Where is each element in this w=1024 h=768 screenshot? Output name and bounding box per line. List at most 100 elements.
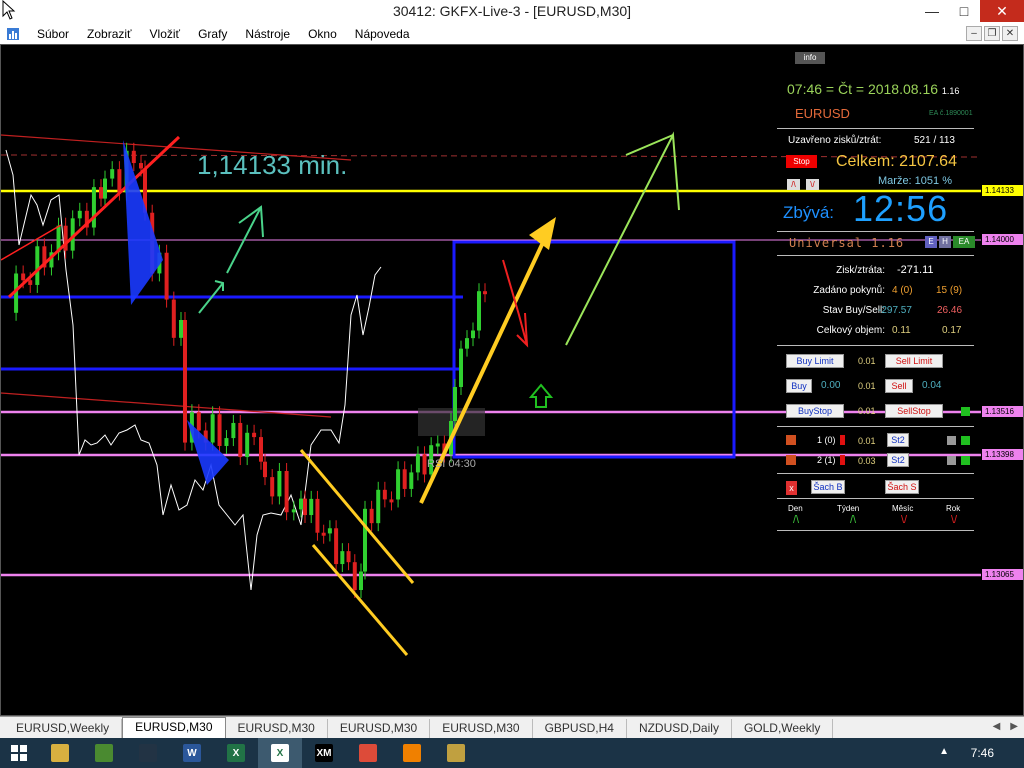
minimize-button[interactable]: — (916, 0, 948, 22)
row2-close-icon[interactable] (786, 455, 796, 465)
maximize-button[interactable]: □ (948, 0, 980, 22)
taskbar-vlc[interactable] (390, 738, 434, 768)
close-button[interactable]: ✕ (980, 0, 1024, 22)
taskbar-app-image[interactable] (434, 738, 478, 768)
price-tag-1: 1.14133 (982, 185, 1023, 196)
menu-window[interactable]: Okno (299, 27, 346, 41)
row1-st2-button[interactable]: St2 (887, 433, 909, 447)
tab-eurusd-m30[interactable]: EURUSD,M30 (226, 719, 328, 738)
candle-body (363, 508, 367, 572)
buy-lot[interactable]: 0.01 (858, 381, 876, 391)
close-all-button[interactable]: x (786, 481, 797, 495)
closed-value: 521 / 113 (914, 135, 955, 146)
candle-body (369, 508, 374, 524)
tab-scroll-right-icon[interactable]: ▶ (1010, 721, 1018, 732)
candle-body (196, 412, 201, 431)
green-square-icon[interactable] (961, 407, 970, 416)
tray-expand-icon[interactable]: ▲ (939, 746, 949, 757)
candle-body (396, 469, 401, 500)
windows-icon (11, 745, 27, 761)
menu-bar: Súbor Zobraziť Vložiť Grafy Nástroje Okn… (0, 24, 1024, 44)
tag-h[interactable]: H (939, 236, 951, 248)
countdown-timer: 12:56 (853, 188, 949, 229)
tab-gbpusd-h4[interactable]: GBPUSD,H4 (533, 719, 627, 738)
row1-lot: 0.01 (858, 436, 876, 446)
price-chart[interactable]: 1,14133 min. RSI 04:30 1.14133 1.14000 1… (0, 44, 1024, 716)
candle-body (110, 169, 115, 179)
period-day-value: /\ (793, 514, 800, 526)
tab-eurusd-m30[interactable]: EURUSD,M30 (328, 719, 431, 738)
ea-name: Universal 1.16 (789, 236, 905, 250)
down-toggle-button[interactable]: \/ (806, 179, 819, 190)
stop-button[interactable]: Stop (786, 155, 817, 168)
taskbar-excel[interactable]: X (214, 738, 258, 768)
row2-grey-icon[interactable] (947, 456, 956, 465)
margin-level: Marže: 1051 % (878, 175, 952, 187)
tag-ea[interactable]: EA (953, 236, 975, 248)
sell-limit-button[interactable]: Sell Limit (885, 354, 943, 368)
taskbar-clock[interactable]: 7:46 (971, 746, 994, 760)
tab-eurusd-m30[interactable]: EURUSD,M30 (430, 719, 533, 738)
menu-tools[interactable]: Nástroje (236, 27, 299, 41)
menu-help[interactable]: Nápoveda (346, 27, 419, 41)
row1-grey-icon[interactable] (947, 436, 956, 445)
up-toggle-button[interactable]: /\ (787, 179, 800, 190)
sach-b-button[interactable]: Šach B (811, 480, 845, 494)
candle-body (459, 348, 463, 387)
row1-close-icon[interactable] (786, 435, 796, 445)
candle-body (252, 432, 257, 438)
candle-body (359, 571, 363, 591)
taskbar-file-explorer[interactable] (38, 738, 82, 768)
taskbar-xm-terminal[interactable]: XM (302, 738, 346, 768)
period-week-header: Týden (837, 504, 860, 513)
taskbar-app-dots[interactable] (126, 738, 170, 768)
sell-button[interactable]: Sell (885, 379, 913, 393)
menu-insert[interactable]: Vložiť (141, 27, 190, 41)
row1-green-icon[interactable] (961, 436, 970, 445)
taskbar-chrome[interactable] (346, 738, 390, 768)
row2-green-icon[interactable] (961, 456, 970, 465)
volume-buy: 0.11 (892, 325, 911, 336)
buy-button[interactable]: Buy (786, 379, 812, 393)
candle-body (284, 471, 289, 513)
taskbar-excel-2[interactable]: X (258, 738, 302, 768)
buy-limit-button[interactable]: Buy Limit (786, 354, 844, 368)
tab-eurusd-m30-active[interactable]: EURUSD,M30 (122, 717, 226, 738)
app-icon[interactable] (6, 27, 20, 41)
symbol-label: EURUSD (795, 106, 850, 121)
taskbar-word[interactable]: W (170, 738, 214, 768)
tab-gold-weekly[interactable]: GOLD,Weekly (732, 719, 834, 738)
menu-file[interactable]: Súbor (28, 27, 78, 41)
buy-stop-button[interactable]: BuyStop (786, 404, 844, 418)
file-explorer-icon (51, 744, 69, 762)
candle-body (259, 437, 263, 462)
row2-st2-button[interactable]: St2 (887, 453, 909, 467)
sach-s-button[interactable]: Šach S (885, 480, 919, 494)
menu-charts[interactable]: Grafy (189, 27, 236, 41)
buy-stop-lot[interactable]: 0.01 (858, 406, 876, 416)
sell-stop-button[interactable]: SellStop (885, 404, 943, 418)
start-button[interactable] (0, 738, 38, 768)
period-week-value: /\ (850, 514, 857, 526)
buy-limit-lot[interactable]: 0.01 (858, 356, 876, 366)
taskbar-app-globe[interactable] (82, 738, 126, 768)
blue-triangle-2 (187, 420, 229, 485)
candle-body (321, 532, 326, 536)
tab-eurusd-weekly[interactable]: EURUSD,Weekly (4, 719, 123, 738)
candle-body (91, 187, 96, 228)
mdi-restore-button[interactable]: ❐ (984, 26, 1000, 41)
candle-body (131, 150, 136, 164)
candle-body (352, 562, 357, 591)
mdi-close-button[interactable]: ✕ (1002, 26, 1018, 41)
tab-nzdusd-daily[interactable]: NZDUSD,Daily (627, 719, 732, 738)
candle-body (389, 499, 394, 503)
state-sell: 26.46 (937, 305, 963, 316)
menu-view[interactable]: Zobraziť (78, 27, 141, 41)
info-button[interactable]: info (795, 52, 825, 64)
tab-scroll-left-icon[interactable]: ◀ (993, 721, 1001, 732)
mdi-minimize-button[interactable]: – (966, 26, 982, 41)
divider (777, 530, 974, 531)
tag-e[interactable]: E (925, 236, 937, 248)
xm-terminal-icon: XM (315, 744, 333, 762)
state-buy: -297.57 (878, 305, 912, 316)
